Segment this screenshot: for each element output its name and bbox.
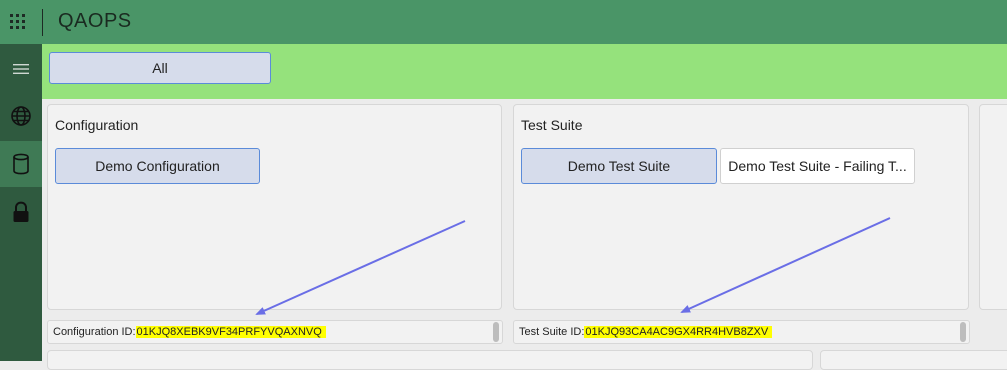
- app-title: QAOPS: [58, 10, 132, 32]
- test-suite-id-label: Test Suite ID:: [519, 326, 585, 338]
- hamburger-menu-icon: [13, 64, 29, 74]
- database-icon: [13, 153, 29, 175]
- configuration-id-bar: Configuration ID: 01KJQ8XEBK9VF34PRFYVQA…: [47, 320, 503, 344]
- demo-test-suite-button[interactable]: Demo Test Suite: [521, 148, 717, 184]
- bottom-card-right: [820, 350, 1007, 370]
- lock-icon: [13, 201, 29, 222]
- demo-configuration-button[interactable]: Demo Configuration: [55, 148, 260, 184]
- sidebar-item-globe[interactable]: [0, 93, 42, 139]
- third-panel-partial: [979, 104, 1007, 310]
- configuration-id-label: Configuration ID:: [53, 326, 136, 338]
- bottom-card-left: [47, 350, 813, 370]
- configuration-panel-title: Configuration: [55, 117, 139, 133]
- apps-grid-icon[interactable]: [10, 14, 26, 30]
- sidebar-item-database[interactable]: [0, 141, 42, 187]
- filter-bar: All: [42, 44, 1007, 99]
- demo-test-suite-failing-button[interactable]: Demo Test Suite - Failing T...: [720, 148, 915, 184]
- configuration-panel: Configuration Demo Configuration: [47, 104, 502, 310]
- sidebar: [0, 44, 42, 361]
- topbar-divider: [42, 9, 43, 36]
- test-suite-id-bar: Test Suite ID: 01KJQ93CA4AC9GX4RR4HVB8ZX…: [513, 320, 970, 344]
- sidebar-item-lock[interactable]: [0, 189, 42, 235]
- filter-all-button[interactable]: All: [49, 52, 271, 84]
- sidebar-item-menu[interactable]: [0, 46, 42, 92]
- test-suite-id-value: 01KJQ93CA4AC9GX4RR4HVB8ZXV: [584, 326, 773, 338]
- top-app-bar: QAOPS: [0, 0, 1007, 44]
- globe-icon: [11, 106, 31, 126]
- test-suite-id-scrollbar[interactable]: [960, 322, 966, 342]
- configuration-id-scrollbar[interactable]: [493, 322, 499, 342]
- test-suite-panel: Test Suite Demo Test Suite Demo Test Sui…: [513, 104, 969, 310]
- configuration-id-value: 01KJQ8XEBK9VF34PRFYVQAXNVQ: [135, 326, 326, 338]
- test-suite-panel-title: Test Suite: [521, 117, 583, 133]
